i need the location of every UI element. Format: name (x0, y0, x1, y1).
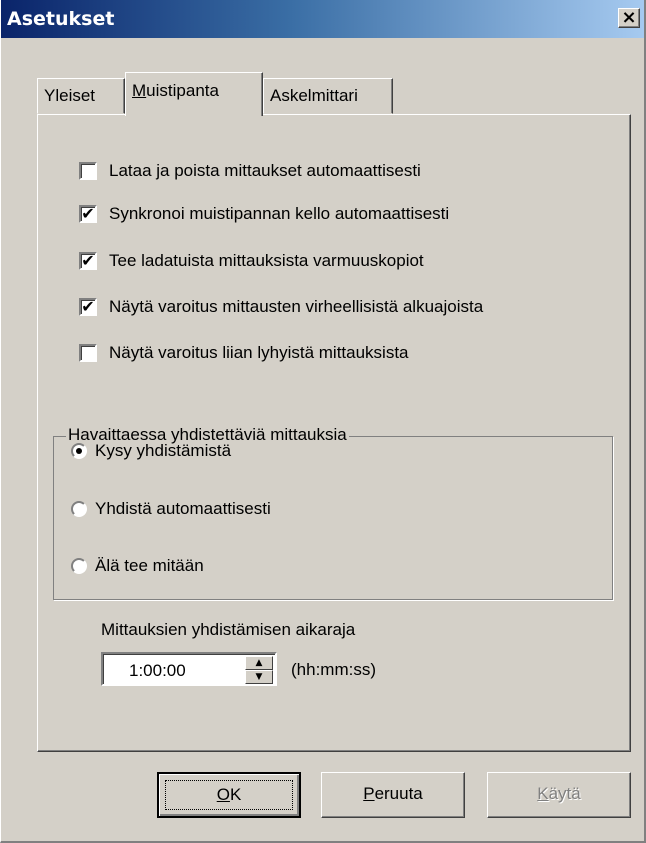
settings-dialog: Asetukset × Yleiset Muistipanta Askelmit… (0, 0, 646, 843)
tab-muistipanta[interactable]: Muistipanta (125, 72, 263, 116)
apply-label: äytä (548, 784, 581, 803)
tab-panel (37, 114, 631, 752)
tab-label-accel: M (132, 81, 147, 100)
tab-yleiset[interactable]: Yleiset (37, 78, 125, 114)
apply-button[interactable]: Käytä (487, 772, 631, 818)
ok-button[interactable]: OK (157, 772, 301, 818)
title-bar[interactable]: Asetukset × (1, 0, 644, 38)
apply-accel: K (537, 784, 549, 803)
window-title: Asetukset (7, 8, 115, 30)
cancel-label: eruuta (374, 784, 423, 803)
close-button[interactable]: × (618, 8, 640, 28)
tab-label: uistipanta (146, 81, 219, 100)
close-icon: × (621, 7, 637, 28)
tab-label: Askelmittari (270, 86, 358, 105)
tab-label: Yleiset (44, 86, 96, 105)
cancel-accel: P (363, 784, 375, 803)
tab-askelmittari[interactable]: Askelmittari (263, 78, 393, 114)
cancel-button[interactable]: Peruuta (321, 772, 465, 818)
